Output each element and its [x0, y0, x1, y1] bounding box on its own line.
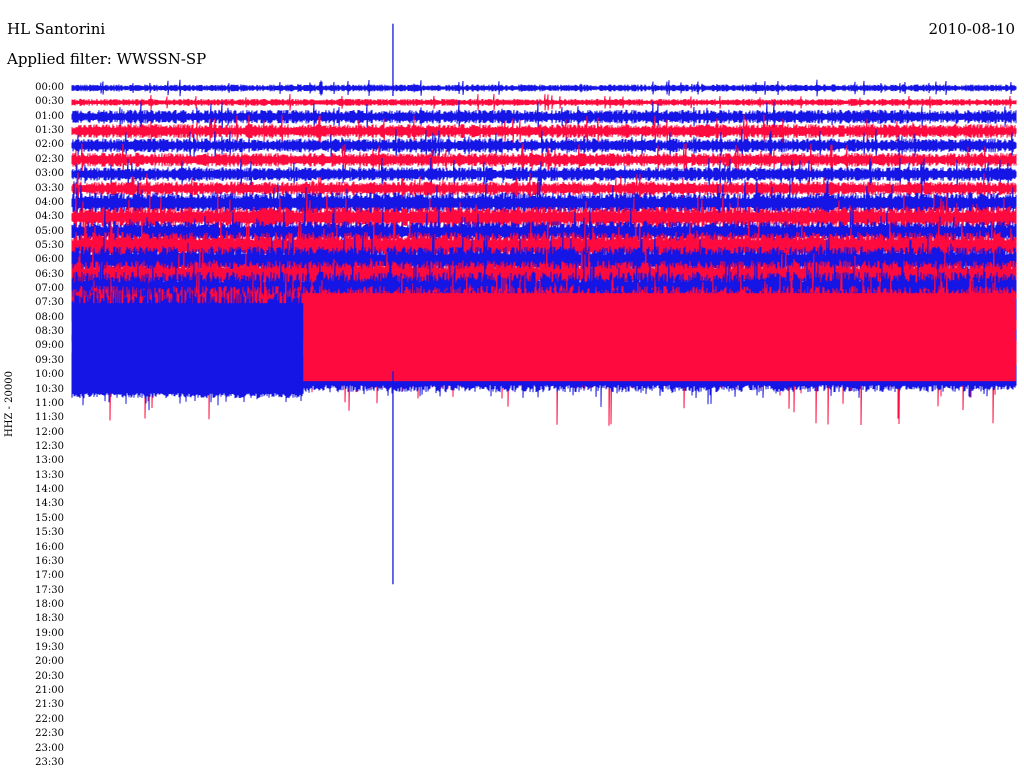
- trace-row-00:30: [71, 94, 1017, 111]
- seismogram-plot: [71, 23, 1017, 585]
- helicorder-page: HL Santorini 2010-08-10 Applied filter: …: [0, 0, 1024, 780]
- saturated-block-red: [303, 293, 1016, 382]
- saturated-block: [72, 303, 304, 382]
- trace-row-00:00: [71, 79, 1017, 97]
